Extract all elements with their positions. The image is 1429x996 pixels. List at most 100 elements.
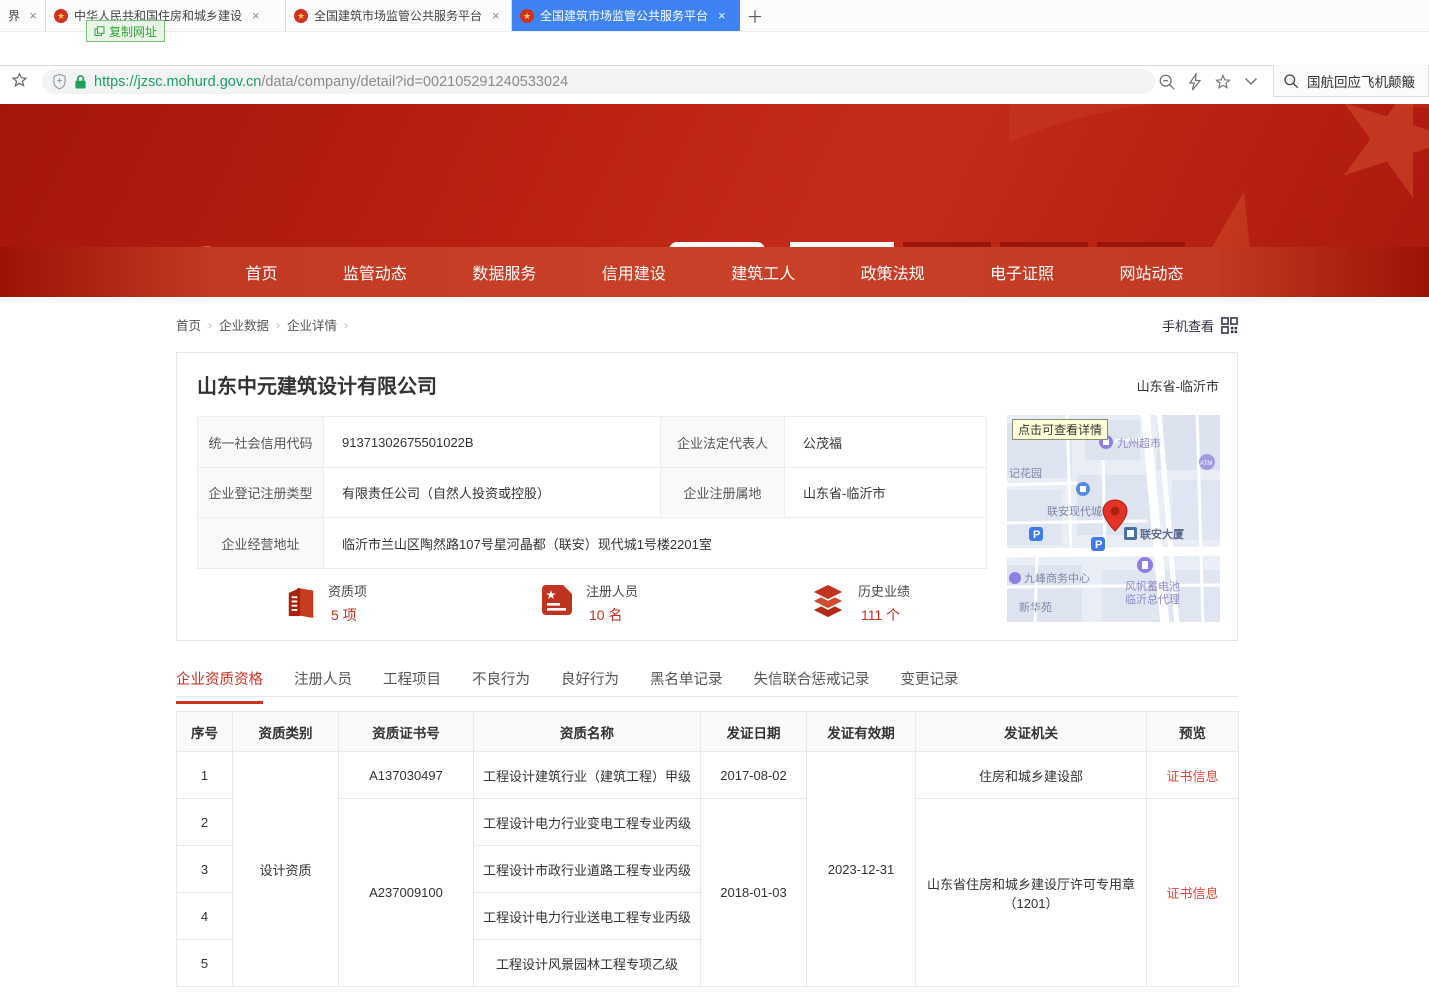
- poi-garden: 记花园: [1009, 467, 1042, 480]
- emblem-favicon-icon: ★: [294, 9, 308, 23]
- table-row: 1 设计资质 A137030497 工程设计建筑行业（建筑工程）甲级 2017-…: [177, 752, 1239, 799]
- cell-qual-name: 工程设计风景园林工程专项乙级: [474, 940, 701, 987]
- poi-supermarket: 九州超市: [1117, 436, 1161, 450]
- news-quick-search[interactable]: 国航回应飞机颠簸: [1273, 65, 1429, 97]
- stat-registered-personnel[interactable]: 注册人员10 名: [539, 581, 638, 625]
- tab-close-icon[interactable]: ×: [252, 8, 260, 23]
- nav-policy[interactable]: 政策法规: [861, 260, 925, 284]
- new-tab-button[interactable]: ＋: [740, 0, 770, 31]
- nav-data-service[interactable]: 数据服务: [472, 260, 536, 284]
- col-issue-date: 发证日期: [701, 712, 807, 752]
- stat-history-performance[interactable]: 历史业绩111 个: [809, 581, 910, 625]
- nav-credit[interactable]: 信用建设: [602, 260, 666, 284]
- emblem-favicon-icon: ★: [520, 9, 534, 23]
- breadcrumb: 首页 › 企业数据 › 企业详情 ›: [176, 315, 355, 334]
- browser-tab-jzsc[interactable]: ★ 全国建筑市场监管公共服务平台 ×: [286, 0, 512, 31]
- tab-dishonesty[interactable]: 失信联合惩戒记录: [754, 668, 870, 704]
- certificate-info-link[interactable]: 证书信息: [1166, 886, 1218, 901]
- cell-issue-date: 2018-01-03: [701, 799, 807, 987]
- detail-tabs: 企业资质资格 注册人员 工程项目 不良行为 良好行为 黑名单记录 失信联合惩戒记…: [176, 668, 1238, 704]
- building-icon: [285, 581, 317, 621]
- cell-qual-name: 工程设计建筑行业（建筑工程）甲级: [474, 752, 701, 799]
- flag-texture: [1009, 104, 1429, 247]
- mobile-view-link[interactable]: 手机查看: [1162, 316, 1238, 335]
- cell-no: 5: [177, 940, 233, 987]
- field-label: 统一社会信用代码: [198, 417, 324, 468]
- cell-cert-no: A237009100: [339, 799, 474, 987]
- tab-blacklist[interactable]: 黑名单记录: [650, 668, 723, 704]
- field-label: 企业注册属地: [661, 468, 785, 518]
- col-cert-no: 资质证书号: [339, 712, 474, 752]
- cell-preview: 证书信息: [1147, 752, 1239, 799]
- omnibox-icons: [1158, 69, 1258, 94]
- cell-preview: 证书信息: [1147, 799, 1239, 987]
- tab-qualifications[interactable]: 企业资质资格: [176, 668, 263, 704]
- svg-text:P: P: [1095, 539, 1102, 551]
- poi-battery-1: 风帆蓄电池: [1125, 579, 1180, 593]
- tab-close-icon[interactable]: ×: [29, 8, 37, 23]
- poi-lianan-tower: 联安大厦: [1140, 527, 1185, 541]
- crumb-detail[interactable]: 企业详情: [287, 315, 337, 334]
- company-info-table: 统一社会信用代码 91371302675501022B 企业法定代表人 公茂福 …: [197, 416, 986, 569]
- field-label: 企业法定代表人: [661, 417, 785, 468]
- cell-no: 2: [177, 799, 233, 846]
- poi-battery-2: 临沂总代理: [1125, 592, 1180, 606]
- cell-issuer: 山东省住房和城乡建设厅许可专用章 （1201）: [916, 799, 1147, 987]
- tab-close-icon[interactable]: ×: [718, 8, 726, 23]
- reg-type-value: 有限责任公司（自然人投资或控股）: [324, 468, 661, 518]
- nav-home[interactable]: 首页: [246, 260, 278, 284]
- nav-workers[interactable]: 建筑工人: [731, 260, 795, 284]
- layers-icon: [809, 581, 847, 621]
- location-map[interactable]: 九州超市 ATM 记花园 联安现代城 联安大厦 P P 九峰商务中心 风帆蓄电池…: [1007, 415, 1220, 622]
- poi-lianan-city: 联安现代城: [1047, 504, 1102, 518]
- nav-supervision[interactable]: 监管动态: [343, 260, 407, 284]
- zoom-out-icon[interactable]: [1158, 73, 1176, 91]
- browser-tab-bar: 界 × ★ 中华人民共和国住房和城乡建设 × ★ 全国建筑市场监管公共服务平台 …: [0, 0, 1429, 32]
- browser-tab-partial[interactable]: 界 ×: [0, 0, 46, 31]
- tab-projects[interactable]: 工程项目: [383, 668, 441, 704]
- tabs-divider: [176, 696, 1238, 697]
- tab-good-behavior[interactable]: 良好行为: [561, 668, 619, 704]
- legal-rep-value: 公茂福: [785, 417, 987, 468]
- tab-close-icon[interactable]: ×: [492, 8, 500, 23]
- col-preview: 预览: [1147, 712, 1239, 752]
- lock-icon: [74, 74, 87, 90]
- poi-business-center: 九峰商务中心: [1024, 571, 1090, 585]
- crumb-enterprise-data[interactable]: 企业数据: [219, 315, 269, 334]
- crumb-home[interactable]: 首页: [176, 315, 201, 334]
- copy-url-tooltip: 复制网址: [86, 20, 165, 42]
- col-category: 资质类别: [233, 712, 339, 752]
- chevron-down-icon[interactable]: [1244, 77, 1258, 86]
- address-value: 临沂市兰山区陶然路107号星河晶都（联安）现代城1号楼2201室: [324, 518, 987, 569]
- cell-issuer: 住房和城乡建设部: [916, 752, 1147, 799]
- cell-no: 1: [177, 752, 233, 799]
- nav-site-news[interactable]: 网站动态: [1119, 260, 1183, 284]
- credit-code-value: 91371302675501022B: [324, 417, 661, 468]
- shield-icon[interactable]: [52, 73, 67, 90]
- cell-issue-date: 2017-08-02: [701, 752, 807, 799]
- favorite-star-icon[interactable]: [1214, 73, 1232, 91]
- stat-label: 资质项: [328, 581, 367, 600]
- lightning-icon[interactable]: [1188, 73, 1202, 91]
- company-region: 山东省-临沂市: [1137, 376, 1219, 395]
- col-no: 序号: [177, 712, 233, 752]
- cell-qual-name: 工程设计电力行业送电工程专业丙级: [474, 893, 701, 940]
- cell-no: 4: [177, 893, 233, 940]
- nav-license[interactable]: 电子证照: [990, 260, 1054, 284]
- tab-bad-behavior[interactable]: 不良行为: [472, 668, 530, 704]
- certificate-icon: [539, 581, 575, 619]
- stat-qualifications[interactable]: 资质项5 项: [285, 581, 367, 625]
- cell-no: 3: [177, 846, 233, 893]
- stat-label: 历史业绩: [858, 581, 910, 600]
- emblem-favicon-icon: ★: [54, 9, 68, 23]
- bookmark-star-icon[interactable]: [10, 71, 29, 94]
- tab-change-records[interactable]: 变更记录: [901, 668, 959, 704]
- browser-tab-active[interactable]: ★ 全国建筑市场监管公共服务平台 ×: [512, 0, 740, 31]
- browser-tab-mohurd[interactable]: ★ 中华人民共和国住房和城乡建设 ×: [46, 0, 286, 31]
- tab-title: 界: [8, 7, 19, 24]
- certificate-info-link[interactable]: 证书信息: [1166, 769, 1218, 784]
- tab-registered-personnel[interactable]: 注册人员: [294, 668, 352, 704]
- site-header-banner: 中华人民共和国住房和城乡建设部www.mohurd.gov.cn 全国建筑市场监…: [0, 104, 1429, 247]
- address-input[interactable]: https://jzsc.mohurd.gov.cn/data/company/…: [42, 69, 1155, 94]
- field-label: 企业登记注册类型: [198, 468, 324, 518]
